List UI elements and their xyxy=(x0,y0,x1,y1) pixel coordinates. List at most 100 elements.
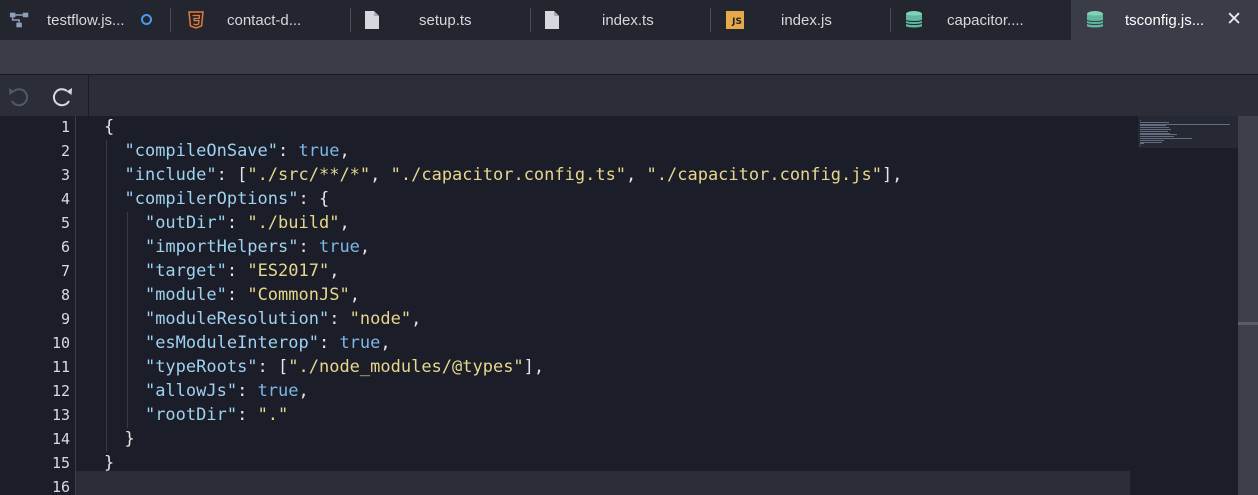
json-punctuation: { xyxy=(104,117,115,137)
json-punctuation: , xyxy=(349,285,360,305)
json-string: "node" xyxy=(349,309,412,329)
code-line: "importHelpers": true, xyxy=(104,235,370,259)
json-key: "importHelpers" xyxy=(144,237,299,257)
tab-tsconfig[interactable]: tsconfig.js... ✕ xyxy=(1071,0,1258,40)
json-punctuation xyxy=(104,357,145,377)
json-punctuation: : xyxy=(226,213,248,233)
code-line: "rootDir": "." xyxy=(104,403,288,427)
json-punctuation xyxy=(104,141,124,161)
scrollbar-marker xyxy=(1238,322,1258,325)
tab-testflow[interactable]: testflow.js... xyxy=(0,0,171,40)
json-punctuation: : xyxy=(237,381,258,401)
json-punctuation: , xyxy=(298,381,309,401)
database-icon xyxy=(1084,10,1106,30)
json-punctuation: ], xyxy=(523,357,545,377)
json-punctuation: : xyxy=(298,237,319,257)
code-line: "outDir": "./build", xyxy=(104,211,350,235)
tab-label: index.js xyxy=(781,12,832,29)
json-key: "allowJs" xyxy=(144,381,238,401)
database-icon xyxy=(903,10,925,30)
json-punctuation xyxy=(104,237,145,257)
code-line: "moduleResolution": "node", xyxy=(104,307,421,331)
code-editor[interactable]: 1 2 3 4 5 6 7 8 9 10 11 12 13 14 15 16 { "compileOnSave… xyxy=(0,116,1258,495)
json-punctuation: : xyxy=(226,261,248,281)
json-punctuation: , xyxy=(411,309,422,329)
json-punctuation: , xyxy=(626,165,647,185)
json-punctuation: } xyxy=(124,429,135,449)
json-string: "./src/**/*" xyxy=(247,165,371,185)
json-string: "./capacitor.config.js" xyxy=(646,165,882,185)
close-icon[interactable]: ✕ xyxy=(1226,10,1242,30)
tab-label: capacitor.... xyxy=(947,12,1024,29)
undo-icon[interactable] xyxy=(5,82,33,110)
json-string: "ES2017" xyxy=(247,261,330,281)
toolbar-separator xyxy=(88,75,89,117)
tab-label: testflow.js... xyxy=(47,12,125,29)
json-key: "include" xyxy=(124,165,217,185)
tab-index-ts[interactable]: index.ts xyxy=(531,0,711,40)
code-line: "esModuleInterop": true, xyxy=(104,331,391,355)
json-punctuation: : xyxy=(329,309,350,329)
json-boolean: true xyxy=(339,333,381,353)
code-area[interactable]: { "compileOnSave": true, "include": ["./… xyxy=(0,116,1130,495)
json-string: "./build" xyxy=(247,213,340,233)
tab-contact[interactable]: contact-d... xyxy=(171,0,351,40)
json-key: "typeRoots" xyxy=(144,357,258,377)
js-icon: JS xyxy=(724,10,746,30)
json-key: "compileOnSave" xyxy=(124,141,279,161)
json-key: "esModuleInterop" xyxy=(144,333,319,353)
json-punctuation: : [ xyxy=(257,357,289,377)
tab-index-js[interactable]: JS index.js xyxy=(711,0,891,40)
js-icon-badge: JS xyxy=(726,11,744,29)
json-punctuation: : xyxy=(237,405,258,425)
json-punctuation xyxy=(104,261,145,281)
json-punctuation: } xyxy=(104,453,115,473)
json-punctuation: : { xyxy=(298,189,330,209)
scrollbar-thumb[interactable] xyxy=(1238,116,1258,406)
json-punctuation xyxy=(104,429,124,449)
file-icon xyxy=(361,10,383,30)
json-key: "module" xyxy=(144,285,227,305)
json-punctuation: : [ xyxy=(216,165,248,185)
tab-setup[interactable]: setup.ts xyxy=(351,0,531,40)
code-line: "module": "CommonJS", xyxy=(104,283,360,307)
tab-label: setup.ts xyxy=(419,12,472,29)
tab-strip xyxy=(0,40,1258,74)
json-punctuation xyxy=(104,189,124,209)
tab-label: contact-d... xyxy=(227,12,302,29)
vertical-scrollbar[interactable] xyxy=(1238,116,1258,495)
json-boolean: true xyxy=(318,237,360,257)
flow-icon xyxy=(9,10,31,30)
json-string: "CommonJS" xyxy=(247,285,350,305)
html5-icon xyxy=(185,10,207,30)
code-line: "typeRoots": ["./node_modules/@types"], xyxy=(104,355,544,379)
unsaved-indicator xyxy=(141,14,152,25)
json-string: "." xyxy=(257,405,289,425)
json-key: "outDir" xyxy=(144,213,227,233)
json-punctuation: , xyxy=(380,333,391,353)
json-punctuation: , xyxy=(329,261,340,281)
json-key: "compilerOptions" xyxy=(124,189,299,209)
code-line: "include": ["./src/**/*", "./capacitor.c… xyxy=(104,163,902,187)
json-punctuation xyxy=(104,405,145,425)
editor-window: testflow.js... contact-d... setup.ts ind… xyxy=(0,0,1258,495)
tab-label: tsconfig.js... xyxy=(1125,12,1205,29)
code-line: "compilerOptions": { xyxy=(104,187,329,211)
code-line: { xyxy=(104,115,114,139)
redo-icon[interactable] xyxy=(48,82,76,110)
minimap[interactable] xyxy=(1130,116,1238,495)
code-line: "target": "ES2017", xyxy=(104,259,340,283)
json-punctuation xyxy=(104,333,145,353)
tab-label: index.ts xyxy=(602,12,654,29)
json-punctuation: : xyxy=(278,141,299,161)
minimap-line xyxy=(1140,145,1142,147)
json-punctuation: , xyxy=(359,237,371,257)
file-icon xyxy=(541,10,563,30)
json-punctuation: : xyxy=(318,333,340,353)
json-punctuation xyxy=(104,285,145,305)
tab-capacitor[interactable]: capacitor.... xyxy=(891,0,1071,40)
json-punctuation: , xyxy=(370,165,391,185)
json-punctuation xyxy=(104,165,124,185)
json-string: "./node_modules/@types" xyxy=(288,357,524,377)
json-punctuation xyxy=(104,309,145,329)
